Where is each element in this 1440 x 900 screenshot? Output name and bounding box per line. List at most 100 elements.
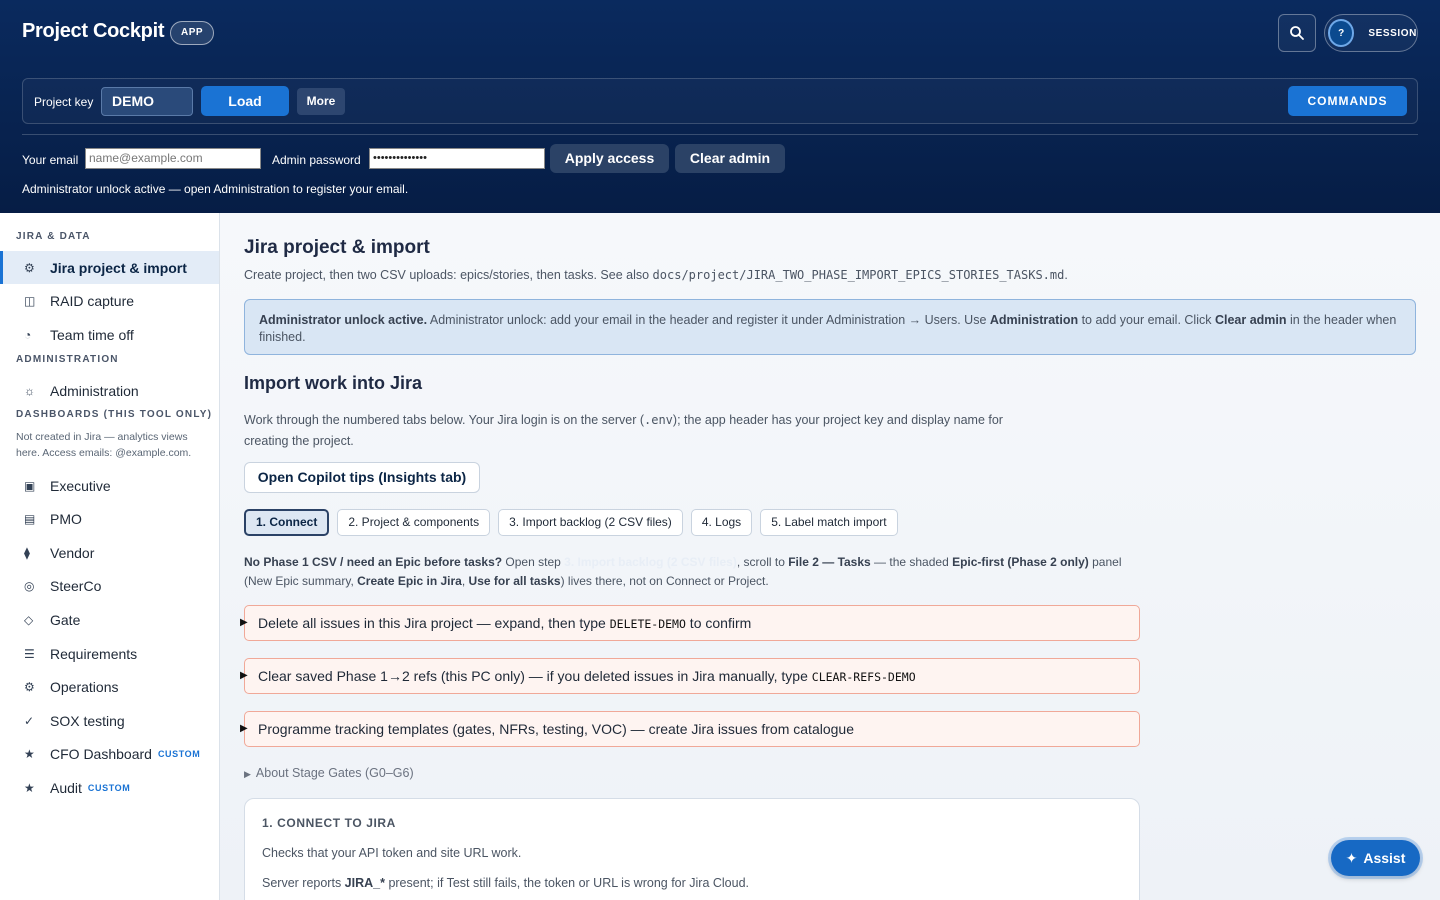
check-icon: ✓ [24,713,35,728]
sidebar-item-label: Executive [50,477,111,494]
tab-logs[interactable]: 4. Logs [690,509,753,536]
sparkle-icon: ✦ [1345,849,1358,866]
sidebar-item-time-off[interactable]: ◔ Team time off [0,318,219,351]
sidebar-item-cfo-dashboard[interactable]: ★ CFO Dashboard CUSTOM [0,737,219,770]
sidebar-item-label: CFO Dashboard [50,745,152,762]
sidebar-item-requirements[interactable]: ☰ Requirements [0,637,219,670]
diamond-outline-icon: ◇ [24,612,34,627]
header-divider [22,134,1418,135]
sidebar-item-label: PMO [50,510,82,527]
commands-button[interactable]: COMMANDS [1288,86,1407,116]
clear-admin-button[interactable]: Clear admin [675,144,785,173]
star-icon: ★ [24,746,35,761]
project-key-bar: Project key DEMO Load More COMMANDS [22,78,1418,124]
tab-import-backlog[interactable]: 3. Import backlog (2 CSV files) [498,509,683,536]
more-button[interactable]: More [297,88,345,115]
password-input[interactable]: •••••••••••••• [369,148,545,169]
custom-badge: CUSTOM [87,782,131,793]
section-label-dashboards: DASHBOARDS (THIS TOOL ONLY) [16,409,213,420]
main-content: Jira project & import Create project, th… [220,213,1440,900]
step-tabs: 1. Connect 2. Project & components 3. Im… [244,509,898,536]
card-text: Server reports JIRA_* present; if Test s… [262,876,750,890]
caret-right-icon: ▶ [240,670,248,681]
search-button[interactable] [1278,14,1316,52]
sidebar-item-jira-import[interactable]: ⚙ Jira project & import [0,251,219,284]
list-icon: ▤ [24,511,36,526]
sidebar-item-operations[interactable]: ⚙ Operations [0,670,219,703]
sidebar-item-sox-testing[interactable]: ✓ SOX testing [0,704,219,737]
diamond-icon: ⧫ [24,545,30,560]
cog-icon: ☼ [24,383,35,398]
tracking-templates-disclosure[interactable]: ▶ Programme tracking templates (gates, N… [240,711,1140,747]
search-icon [1290,26,1304,40]
admin-info-banner: Administrator unlock active. Administrat… [244,299,1416,355]
star-icon: ★ [24,780,35,795]
sidebar: JIRA & DATA ⚙ Jira project & import ◫ RA… [0,213,220,900]
project-key-label: Project key [34,95,94,109]
stage-gates-disclosure[interactable]: ▶ About Stage Gates (G0–G6) [244,766,414,780]
section-label-jira: JIRA & DATA [16,231,91,242]
session-label: SESSION [1368,27,1417,39]
load-button[interactable]: Load [201,86,289,116]
project-key-input[interactable]: DEMO [101,87,193,116]
sidebar-item-label: SOX testing [50,712,125,729]
doc-path: docs/project/JIRA_TWO_PHASE_IMPORT_EPICS… [652,268,1065,282]
copilot-tips-button[interactable]: Open Copilot tips (Insights tab) [244,462,480,493]
gear-icon: ⚙ [24,260,35,275]
top-header: Project Cockpit APP ? SESSION Project ke… [0,0,1440,213]
target-icon: ◎ [24,578,35,593]
card-title: 1. CONNECT TO JIRA [262,816,396,830]
apply-access-button[interactable]: Apply access [550,144,669,173]
import-backlog-link[interactable]: 3. Import backlog (2 CSV files) [564,555,737,569]
assist-button[interactable]: ✦ Assist [1331,840,1420,876]
sidebar-item-label: SteerCo [50,577,102,594]
clear-refs-disclosure[interactable]: ▶ Clear saved Phase 1→2 refs (this PC on… [240,658,1140,694]
password-label: Admin password [272,153,361,167]
sidebar-item-label: Operations [50,678,119,695]
sidebar-item-vendor[interactable]: ⧫ Vendor [0,536,219,569]
caret-right-icon: ▶ [244,769,251,779]
tab-connect[interactable]: 1. Connect [244,509,330,536]
sidebar-item-executive[interactable]: ▣ Executive [0,469,219,502]
caret-right-icon: ▶ [240,723,248,734]
sidebar-item-label: Jira project & import [50,259,187,276]
page-title: Jira project & import [244,237,430,258]
tab-project-components[interactable]: 2. Project & components [337,509,491,536]
admin-status-note: Administrator unlock active — open Admin… [22,182,409,196]
sidebar-item-pmo[interactable]: ▤ PMO [0,502,219,535]
avatar: ? [1328,19,1355,47]
square-icon: ▣ [24,478,36,493]
sidebar-item-audit[interactable]: ★ Audit CUSTOM [0,771,219,804]
sidebar-item-administration[interactable]: ☼ Administration [0,374,219,407]
session-button[interactable]: ? SESSION [1324,14,1418,52]
section-description: Work through the numbered tabs below. Yo… [244,413,1003,448]
email-input[interactable]: name@example.com [85,148,261,169]
delete-issues-disclosure[interactable]: ▶ Delete all issues in this Jira project… [240,605,1140,641]
sidebar-item-label: Audit [50,779,82,796]
grid-icon: ◫ [24,293,36,308]
epic-hint: No Phase 1 CSV / need an Epic before tas… [244,555,1122,588]
sidebar-item-raid[interactable]: ◫ RAID capture [0,284,219,317]
brand-title: Project Cockpit [22,20,165,42]
sidebar-item-label: Team time off [50,326,134,343]
section-label-admin: ADMINISTRATION [16,354,119,365]
connect-card: 1. CONNECT TO JIRA Checks that your API … [244,798,1140,900]
card-text: Checks that your API token and site URL … [262,846,522,860]
sidebar-item-steerco[interactable]: ◎ SteerCo [0,569,219,602]
tab-label-match[interactable]: 5. Label match import [760,509,898,536]
menu-icon: ☰ [24,646,35,661]
sidebar-item-label: Gate [50,611,81,628]
sidebar-item-gate[interactable]: ◇ Gate [0,603,219,636]
gear-icon: ⚙ [24,679,35,694]
custom-badge: CUSTOM [157,748,201,759]
page-subtitle: Create project, then two CSV uploads: ep… [244,268,1068,282]
sidebar-item-label: RAID capture [50,292,135,309]
sidebar-item-label: Vendor [50,544,95,561]
sidebar-item-label: Requirements [50,645,138,662]
section-title: Import work into Jira [244,373,423,393]
clock-icon: ◔ [24,327,32,342]
email-label: Your email [22,153,79,167]
caret-right-icon: ▶ [240,617,248,628]
sidebar-item-label: Administration [50,382,139,399]
dashboards-note: Not created in Jira — analytics views he… [16,431,192,459]
